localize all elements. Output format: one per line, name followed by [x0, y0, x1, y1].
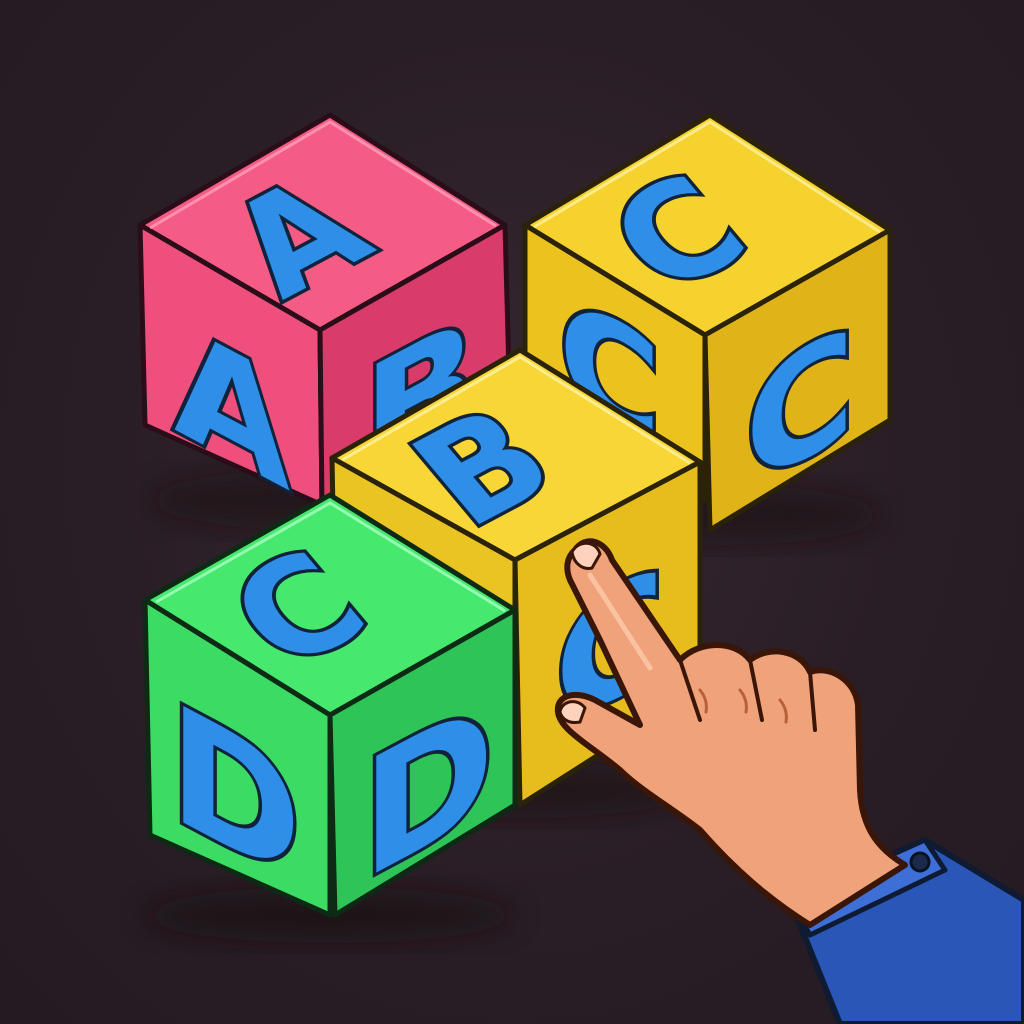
illustration: A A B C C C B C D D [0, 0, 1024, 1024]
alphabet-cubes-scene: A A B C C C B C D D [137, 112, 1024, 1024]
